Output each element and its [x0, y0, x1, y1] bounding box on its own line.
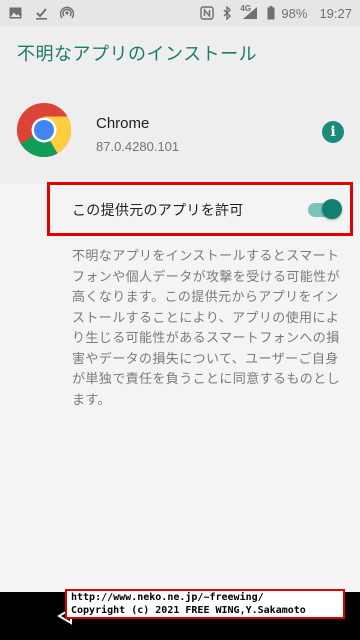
hotspot-icon: [60, 6, 74, 20]
nfc-icon: [200, 6, 215, 20]
clock: 19:27: [319, 5, 352, 21]
watermark-url: http://www.neko.ne.jp/~freewing/: [71, 592, 264, 603]
app-info-row: Chrome 87.0.4280.101 i: [0, 102, 360, 162]
network-badge: 4G: [240, 4, 252, 13]
image-icon: [8, 6, 22, 20]
copyright-watermark: http://www.neko.ne.jp/~freewing/ Copyrig…: [65, 589, 345, 619]
allow-source-label: この提供元のアプリを許可: [72, 203, 244, 219]
app-name: Chrome: [96, 115, 150, 132]
battery-icon: [266, 6, 275, 20]
check-download-icon: [34, 6, 48, 20]
app-version: 87.0.4280.101: [96, 139, 180, 154]
switch-thumb: [322, 199, 342, 219]
chrome-logo-icon: [16, 102, 72, 158]
allow-source-switch[interactable]: [308, 199, 342, 219]
info-icon[interactable]: i: [322, 121, 344, 143]
warning-description: 不明なアプリをインストールするとスマートフォンや個人データが攻撃を受ける可能性が…: [72, 249, 341, 408]
bluetooth-icon: [220, 6, 234, 20]
watermark-copyright: Copyright (c) 2021 FREE WING,Y.Sakamoto: [71, 604, 306, 616]
status-bar: 4G 98% 19:27: [0, 0, 360, 26]
battery-percent: 98%: [281, 5, 308, 21]
page-title: 不明なアプリのインストール: [17, 44, 258, 65]
signal-icon: 4G: [240, 4, 260, 20]
allow-source-toggle-row[interactable]: この提供元のアプリを許可: [47, 182, 353, 236]
